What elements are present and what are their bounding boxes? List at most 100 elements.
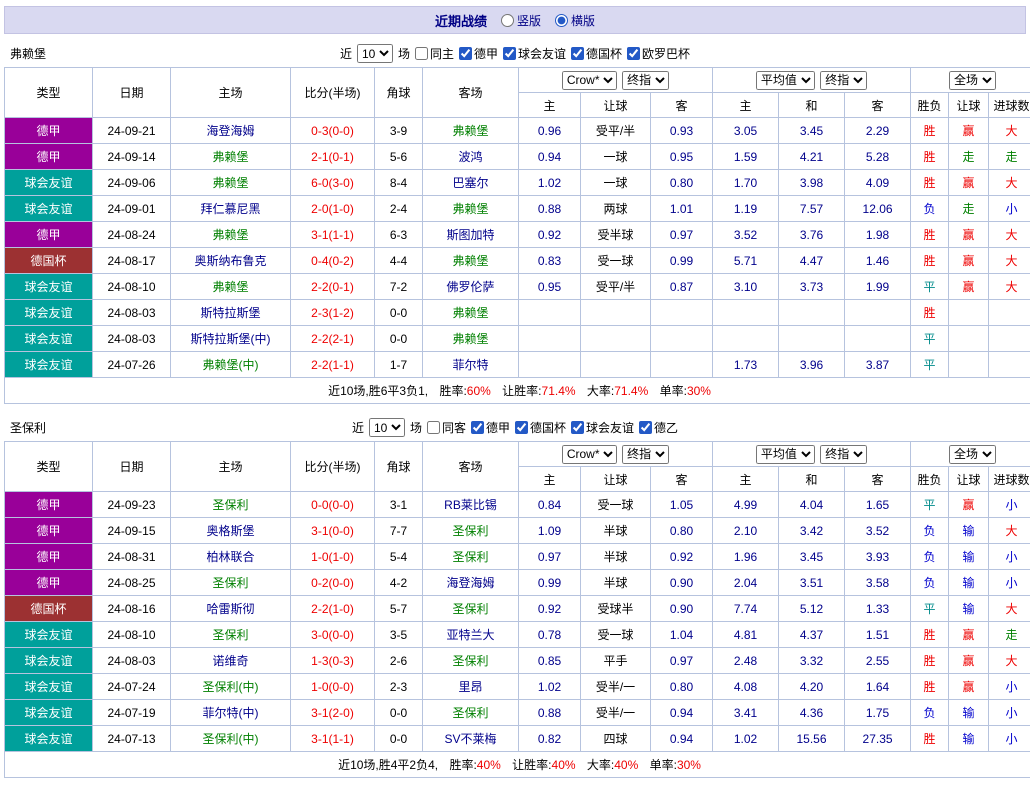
league-checkbox[interactable] (627, 47, 640, 60)
away-team-link[interactable]: 圣保利 (423, 518, 519, 544)
away-team-link[interactable]: 弗赖堡 (423, 326, 519, 352)
home-team-link[interactable]: 斯特拉斯堡 (171, 300, 291, 326)
home-team-link[interactable]: 弗赖堡(中) (171, 352, 291, 378)
col-avg-draw: 和 (779, 467, 845, 492)
league-checkbox[interactable] (639, 421, 652, 434)
home-team-link[interactable]: 圣保利 (171, 622, 291, 648)
home-team-link[interactable]: 海登海姆 (171, 118, 291, 144)
league-type-badge: 球会友谊 (5, 674, 93, 700)
league-checkbox[interactable] (471, 421, 484, 434)
match-date: 24-07-19 (93, 700, 171, 726)
filter-bar: 近 10 场 同主 德甲 球会友谊 德国杯 (340, 44, 690, 63)
summary-text: 近10场,胜4平2负4, 胜率:40% 让胜率:40% 大率:40% 单率:30… (5, 752, 1030, 778)
league-filter[interactable]: 球会友谊 (571, 419, 634, 436)
home-team-link[interactable]: 哈雷斯彻 (171, 596, 291, 622)
away-team-link[interactable]: 佛罗伦萨 (423, 274, 519, 300)
league-filter[interactable]: 欧罗巴杯 (627, 45, 690, 62)
match-date: 24-08-10 (93, 274, 171, 300)
home-team-link[interactable]: 斯特拉斯堡(中) (171, 326, 291, 352)
away-team-link[interactable]: 弗赖堡 (423, 300, 519, 326)
fulltime-group: 全场 (911, 442, 1030, 467)
home-team-link[interactable]: 柏林联合 (171, 544, 291, 570)
fulltime-select[interactable]: 全场 (949, 445, 996, 464)
stat-label: 大率: (587, 758, 614, 772)
home-team-link[interactable]: 奥斯纳布鲁克 (171, 248, 291, 274)
away-team-link[interactable]: 圣保利 (423, 648, 519, 674)
match-count-select[interactable]: 10 (357, 44, 393, 63)
away-team-link[interactable]: RB莱比锡 (423, 492, 519, 518)
home-team-link[interactable]: 圣保利(中) (171, 726, 291, 752)
bookmaker-select[interactable]: Crow* (562, 445, 617, 464)
home-team-link[interactable]: 拜仁慕尼黑 (171, 196, 291, 222)
odds-stage-select[interactable]: 终指 (622, 445, 669, 464)
away-team-link[interactable]: 菲尔特 (423, 352, 519, 378)
odds-away: 0.95 (651, 144, 713, 170)
away-team-link[interactable]: 弗赖堡 (423, 118, 519, 144)
league-checkbox[interactable] (571, 47, 584, 60)
home-team-link[interactable]: 奥格斯堡 (171, 518, 291, 544)
view-horizontal-radio[interactable] (555, 14, 568, 27)
view-vertical-option[interactable]: 竖版 (501, 12, 541, 29)
home-team-link[interactable]: 弗赖堡 (171, 170, 291, 196)
col-odds-handicap: 让球 (581, 467, 651, 492)
league-filter[interactable]: 德国杯 (515, 419, 566, 436)
home-team-link[interactable]: 弗赖堡 (171, 274, 291, 300)
away-team-link[interactable]: 波鸿 (423, 144, 519, 170)
league-filter[interactable]: 德乙 (639, 419, 678, 436)
odds-stage-select[interactable]: 终指 (622, 71, 669, 90)
home-team-link[interactable]: 圣保利 (171, 570, 291, 596)
home-team-link[interactable]: 诺维奇 (171, 648, 291, 674)
league-checkbox[interactable] (503, 47, 516, 60)
away-team-link[interactable]: 圣保利 (423, 544, 519, 570)
avg-away: 2.29 (845, 118, 911, 144)
away-team-link[interactable]: 斯图加特 (423, 222, 519, 248)
avg-home: 1.02 (713, 726, 779, 752)
bookmaker-select[interactable]: Crow* (562, 71, 617, 90)
same-venue-filter[interactable]: 同客 (427, 419, 466, 436)
odds-handicap: 受半/一 (581, 674, 651, 700)
away-team-link[interactable]: 巴塞尔 (423, 170, 519, 196)
same-venue-checkbox[interactable] (415, 47, 428, 60)
league-checkbox[interactable] (459, 47, 472, 60)
home-team-link[interactable]: 弗赖堡 (171, 144, 291, 170)
odds-away: 0.80 (651, 674, 713, 700)
odds-away: 0.80 (651, 518, 713, 544)
average-select[interactable]: 平均值 (756, 71, 815, 90)
avg-draw: 3.42 (779, 518, 845, 544)
away-team-link[interactable]: 圣保利 (423, 700, 519, 726)
view-vertical-radio[interactable] (501, 14, 514, 27)
away-team-link[interactable]: 弗赖堡 (423, 196, 519, 222)
result-wdl: 平 (911, 274, 949, 300)
home-team-link[interactable]: 圣保利(中) (171, 674, 291, 700)
away-team-link[interactable]: 圣保利 (423, 596, 519, 622)
avg-stage-select[interactable]: 终指 (820, 71, 867, 90)
league-type-badge: 德甲 (5, 518, 93, 544)
same-venue-checkbox[interactable] (427, 421, 440, 434)
away-team-link[interactable]: 亚特兰大 (423, 622, 519, 648)
league-filter[interactable]: 德国杯 (571, 45, 622, 62)
fulltime-select[interactable]: 全场 (949, 71, 996, 90)
away-team-link[interactable]: SV不莱梅 (423, 726, 519, 752)
league-filter[interactable]: 德甲 (459, 45, 498, 62)
match-count-select[interactable]: 10 (369, 418, 405, 437)
home-team-link[interactable]: 弗赖堡 (171, 222, 291, 248)
average-select[interactable]: 平均值 (756, 445, 815, 464)
league-checkbox[interactable] (515, 421, 528, 434)
col-away: 客场 (423, 442, 519, 492)
same-venue-filter[interactable]: 同主 (415, 45, 454, 62)
away-team-link[interactable]: 弗赖堡 (423, 248, 519, 274)
avg-home: 1.73 (713, 352, 779, 378)
home-team-link[interactable]: 圣保利 (171, 492, 291, 518)
away-team-link[interactable]: 海登海姆 (423, 570, 519, 596)
col-avg-away: 客 (845, 467, 911, 492)
league-checkbox[interactable] (571, 421, 584, 434)
league-filter[interactable]: 德甲 (471, 419, 510, 436)
view-horizontal-option[interactable]: 横版 (555, 12, 595, 29)
away-team-link[interactable]: 里昂 (423, 674, 519, 700)
result-goals: 走 (989, 144, 1030, 170)
league-filter[interactable]: 球会友谊 (503, 45, 566, 62)
result-wdl: 平 (911, 352, 949, 378)
result-wdl: 负 (911, 570, 949, 596)
home-team-link[interactable]: 菲尔特(中) (171, 700, 291, 726)
avg-stage-select[interactable]: 终指 (820, 445, 867, 464)
